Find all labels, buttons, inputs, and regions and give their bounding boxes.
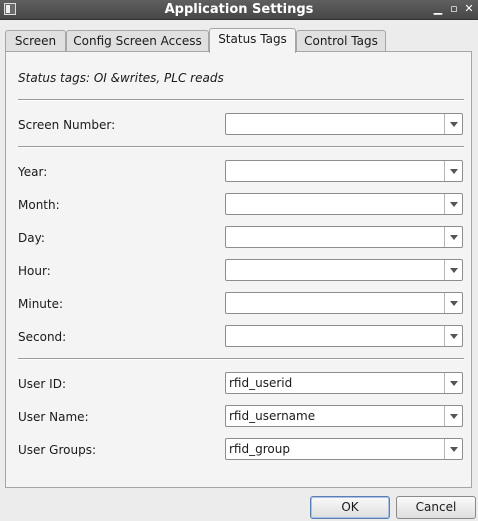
user-name-combo[interactable]: rfid_username: [225, 405, 463, 427]
status-tags-panel: Status tags: OI &writes, PLC reads Scree…: [5, 51, 472, 488]
second-label: Second:: [18, 330, 67, 344]
screen-number-combo[interactable]: [225, 113, 463, 135]
chevron-down-icon[interactable]: [444, 194, 462, 214]
chevron-down-icon[interactable]: [444, 260, 462, 280]
day-combo[interactable]: [225, 226, 463, 248]
user-id-combo[interactable]: rfid_userid: [225, 372, 463, 394]
hour-combo[interactable]: [225, 259, 463, 281]
user-name-label: User Name:: [18, 410, 89, 424]
chevron-down-icon[interactable]: [444, 227, 462, 247]
screen-number-label: Screen Number:: [18, 118, 116, 132]
day-label: Day:: [18, 231, 45, 245]
minute-combo[interactable]: [225, 292, 463, 314]
year-combo[interactable]: [225, 160, 463, 182]
month-label: Month:: [18, 198, 60, 212]
separator: [18, 146, 464, 147]
minute-label: Minute:: [18, 297, 64, 311]
tab-status-tags[interactable]: Status Tags: [209, 28, 296, 53]
chevron-down-icon[interactable]: [444, 161, 462, 181]
separator: [18, 358, 464, 359]
chevron-down-icon[interactable]: [444, 293, 462, 313]
chevron-down-icon[interactable]: [444, 326, 462, 346]
minimize-icon[interactable]: ▁: [431, 2, 445, 16]
cancel-button[interactable]: Cancel: [396, 496, 476, 519]
tab-control-tags[interactable]: Control Tags: [296, 30, 386, 52]
close-icon[interactable]: ✕: [462, 2, 476, 16]
year-label: Year:: [18, 165, 48, 179]
chevron-down-icon[interactable]: [444, 373, 462, 393]
second-combo[interactable]: [225, 325, 463, 347]
month-combo[interactable]: [225, 193, 463, 215]
panel-description: Status tags: OI &writes, PLC reads: [18, 71, 224, 85]
title-bar: Application Settings ▁ ▫ ✕: [0, 0, 478, 20]
tab-config-screen-access[interactable]: Config Screen Access: [66, 30, 209, 52]
user-groups-label: User Groups:: [18, 443, 96, 457]
window-title: Application Settings: [164, 2, 314, 17]
tab-screen[interactable]: Screen: [5, 30, 66, 52]
chevron-down-icon[interactable]: [444, 406, 462, 426]
ok-button[interactable]: OK: [310, 496, 390, 519]
user-id-label: User ID:: [18, 377, 66, 391]
hour-label: Hour:: [18, 264, 51, 278]
chevron-down-icon[interactable]: [444, 439, 462, 459]
separator: [18, 99, 464, 100]
maximize-icon[interactable]: ▫: [447, 2, 461, 16]
user-groups-combo[interactable]: rfid_group: [225, 438, 463, 460]
chevron-down-icon[interactable]: [444, 114, 462, 134]
